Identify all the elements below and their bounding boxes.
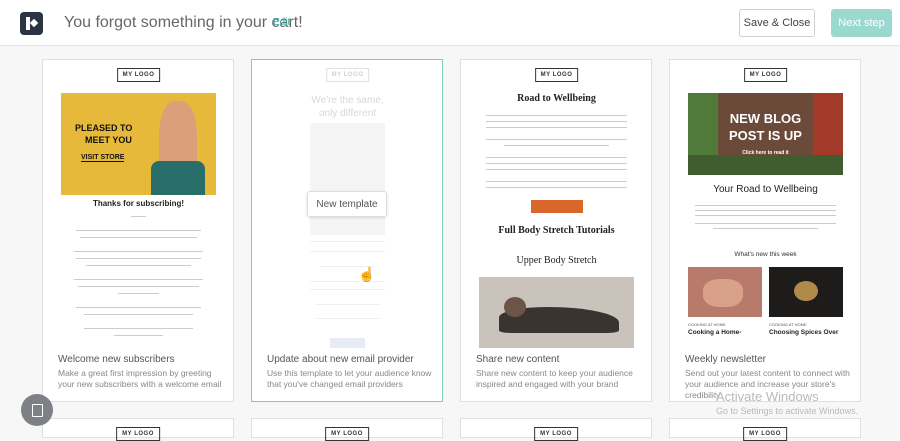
subsection-heading: Upper Body Stretch (516, 255, 597, 266)
content-image (479, 277, 634, 348)
my-logo: MY LOGO (325, 68, 370, 82)
hero-line-2: MEET YOU (85, 135, 132, 145)
hero-image: PLEASED TO MEET YOU VISIT STORE (61, 93, 216, 195)
top-bar: You forgot something in your cart! Edit … (0, 0, 900, 46)
template-card-weekly-newsletter[interactable]: MY LOGO NEW BLOG POST IS UP Click here t… (669, 59, 861, 402)
my-logo: MY LOGO (325, 427, 369, 441)
article-tag-2: COOKING AT HOME (769, 322, 807, 327)
template-preview: MY LOGO Road to Wellbeing Full Body Stre… (474, 60, 639, 348)
template-preview: MY LOGO PLEASED TO MEET YOU VISIT STORE … (56, 60, 221, 348)
next-step-button[interactable]: Next step (831, 9, 892, 37)
email-heading-1: We're the same, (311, 95, 384, 106)
edit-title-link[interactable]: Edit (273, 17, 290, 28)
email-heading: Thanks for subscribing! (92, 199, 185, 208)
card-description: Make a great first impression by greetin… (58, 368, 222, 389)
hero-cta: Click here to read it (742, 150, 789, 156)
save-close-button[interactable]: Save & Close (739, 9, 815, 37)
article-image-2 (769, 267, 843, 317)
card-description: Share new content to keep your audience … (476, 368, 633, 389)
article-title-1: Cooking a Home- (688, 329, 742, 336)
activate-windows-subtext: Go to Settings to activate Windows. (716, 406, 859, 416)
template-card-row2-1[interactable]: MY LOGO (42, 418, 234, 441)
template-card-welcome[interactable]: MY LOGO PLEASED TO MEET YOU VISIT STORE … (42, 59, 234, 402)
template-card-row2-3[interactable]: MY LOGO (460, 418, 652, 441)
my-logo: MY LOGO (534, 427, 578, 441)
template-preview: MY LOGO NEW BLOG POST IS UP Click here t… (683, 60, 848, 348)
card-title: Welcome new subscribers (58, 354, 175, 365)
article-tag-1: COOKING AT HOME (688, 322, 726, 327)
hero-line-1: PLEASED TO (75, 123, 133, 133)
template-card-email-provider[interactable]: MY LOGO We're the same, only different N… (251, 59, 443, 402)
article-title-2: Choosing Spices Over (769, 329, 839, 336)
email-heading: Your Road to Wellbeing (713, 184, 818, 195)
my-logo: MY LOGO (743, 427, 787, 441)
email-button (330, 338, 365, 348)
card-description: Use this template to let your audience k… (267, 368, 432, 389)
mouse-cursor-icon: ☝ (358, 266, 376, 282)
card-title: Update about new email provider (267, 354, 414, 365)
template-card-row2-2[interactable]: MY LOGO (251, 418, 443, 441)
template-card-share-content[interactable]: MY LOGO Road to Wellbeing Full Body Stre… (460, 59, 652, 402)
hero-line-1: NEW BLOG (729, 111, 802, 126)
hero-line-2: POST IS UP (729, 128, 802, 143)
email-cta-button (531, 200, 583, 213)
campaign-title: You forgot something in your cart! (64, 14, 303, 31)
section-heading: Full Body Stretch Tutorials (498, 225, 615, 236)
my-logo: MY LOGO (534, 68, 579, 82)
card-title: Share new content (476, 354, 560, 365)
my-logo: MY LOGO (116, 68, 161, 82)
help-fab-button[interactable] (21, 394, 53, 426)
email-heading: Road to Wellbeing (517, 93, 596, 104)
article-image-1 (688, 267, 762, 317)
my-logo: MY LOGO (743, 68, 788, 82)
new-template-button[interactable]: New template (307, 191, 387, 217)
hero-image (310, 123, 385, 235)
hero-image: NEW BLOG POST IS UP Click here to read i… (688, 93, 843, 175)
my-logo: MY LOGO (116, 427, 160, 441)
email-heading-2: only different (318, 108, 377, 119)
app-logo-icon[interactable] (20, 12, 43, 35)
activate-windows-watermark: Activate Windows (716, 389, 819, 404)
section-heading: What's new this week (734, 251, 797, 258)
template-card-row2-4[interactable]: MY LOGO (669, 418, 861, 441)
card-title: Weekly newsletter (685, 354, 766, 365)
document-icon (31, 403, 43, 417)
hero-cta: VISIT STORE (81, 154, 125, 162)
